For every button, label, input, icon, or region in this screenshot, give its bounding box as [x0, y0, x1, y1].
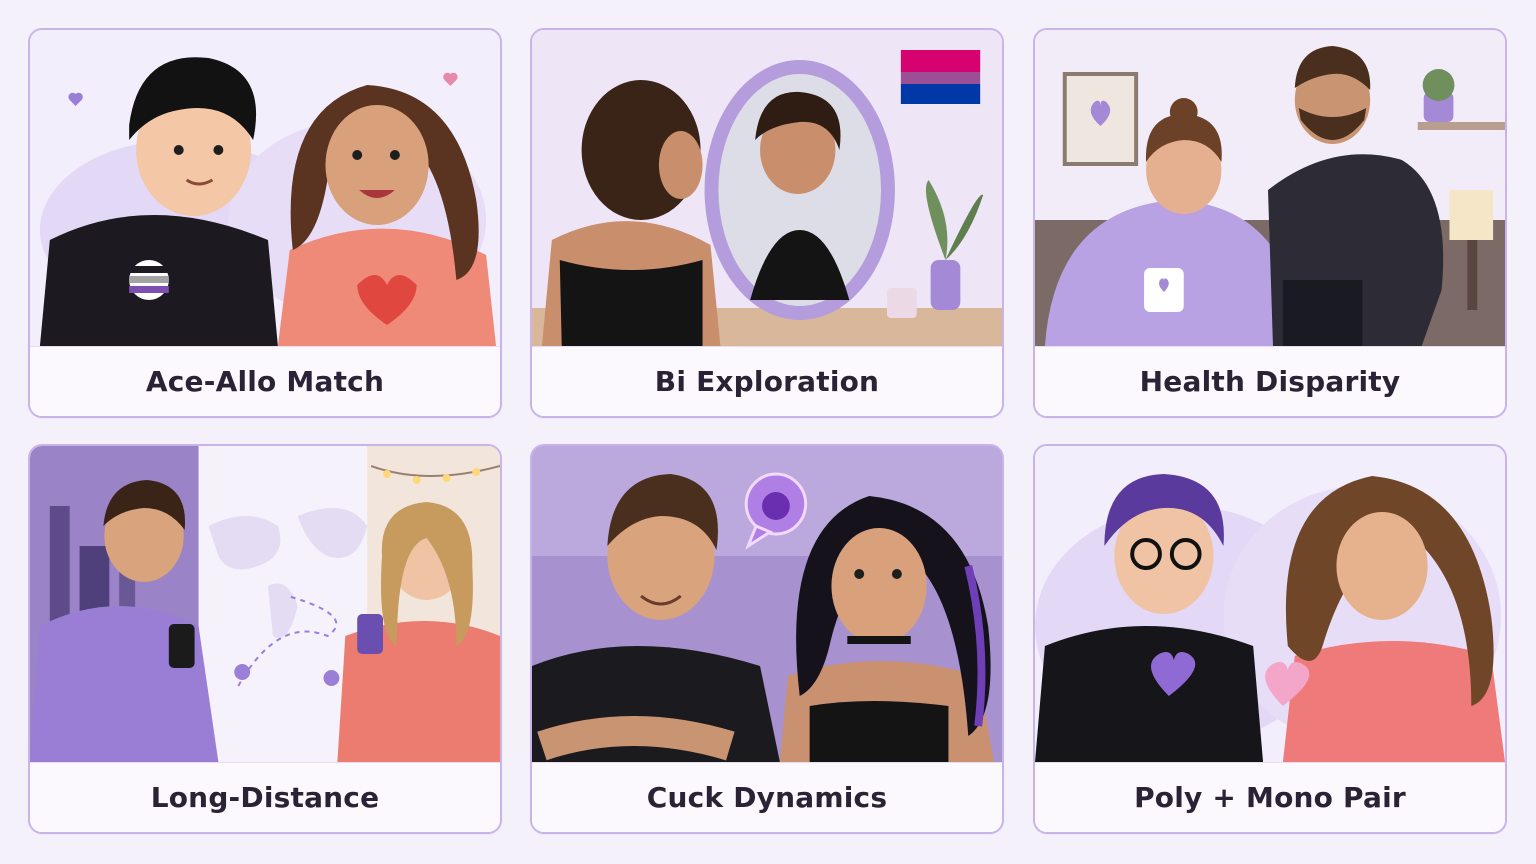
scenario-card-poly-mono-pair[interactable]: Poly + Mono Pair — [1033, 444, 1507, 834]
card-title: Health Disparity — [1035, 346, 1505, 416]
scenario-card-ace-allo-match[interactable]: Ace-Allo Match — [28, 28, 502, 418]
scenario-card-long-distance[interactable]: Long-Distance — [28, 444, 502, 834]
scenario-grid: Ace-Allo Match Bi Exploration Health Dis… — [0, 0, 1536, 864]
couple-phones-world-map-icon — [30, 446, 500, 762]
couple-devil-speech-bubble-icon — [532, 446, 1002, 762]
couple-ace-pin-heart-shirt-icon — [30, 30, 500, 346]
card-title: Ace-Allo Match — [30, 346, 500, 416]
scenario-card-bi-exploration[interactable]: Bi Exploration — [530, 28, 1004, 418]
card-title: Long-Distance — [30, 762, 500, 832]
couple-holding-hearts-icon — [1035, 446, 1505, 762]
card-title: Cuck Dynamics — [532, 762, 1002, 832]
card-title: Poly + Mono Pair — [1035, 762, 1505, 832]
woman-mirror-bi-flag-icon — [532, 30, 1002, 346]
scenario-card-cuck-dynamics[interactable]: Cuck Dynamics — [530, 444, 1004, 834]
scenario-card-health-disparity[interactable]: Health Disparity — [1033, 28, 1507, 418]
card-title: Bi Exploration — [532, 346, 1002, 416]
woman-blanket-mug-man-standing-icon — [1035, 30, 1505, 346]
